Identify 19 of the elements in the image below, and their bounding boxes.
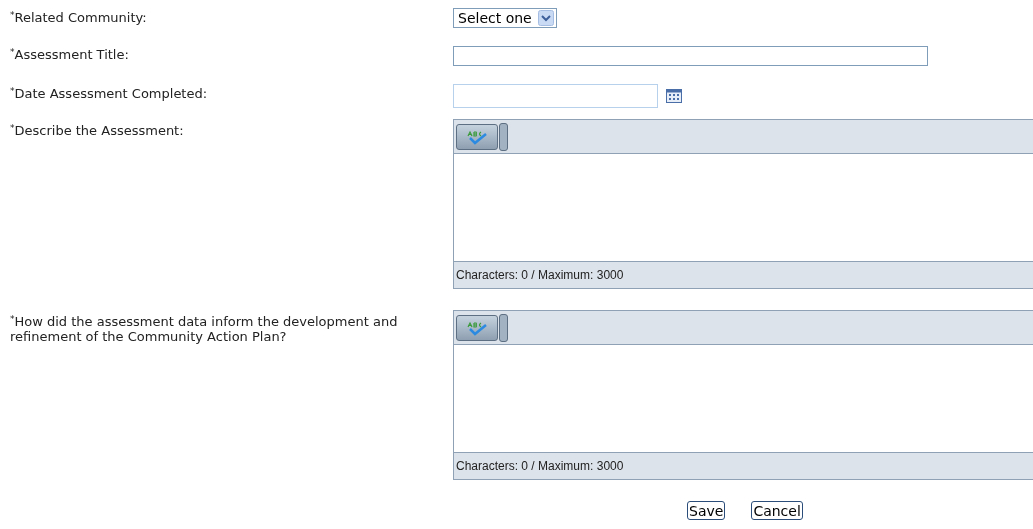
toolbar-grip[interactable]: [499, 122, 508, 151]
character-counter: Characters: 0 / Maximum: 3000: [454, 262, 1033, 288]
field-label: $^{*}$Assessment Title:: [9, 46, 130, 64]
title-input-field[interactable]: [453, 46, 928, 66]
spellcheck-button[interactable]: [456, 123, 498, 150]
calendar-icon[interactable]: [666, 89, 682, 103]
field-label: $^{*}$Related Community:: [9, 9, 148, 27]
date-input-field[interactable]: [453, 84, 658, 108]
save-button[interactable]: Save: [687, 501, 726, 520]
community-dropdown[interactable]: Select one: [453, 8, 557, 28]
field-label: $^{*}$How did the assessment data inform the development and refinement of the Community Action Plan?: [9, 313, 399, 346]
character-counter: Characters: 0 / Maximum: 3000: [454, 453, 1033, 479]
spellcheck-button[interactable]: [456, 314, 498, 341]
rich-text-editor[interactable]: Characters: 0 / Maximum: 3000: [453, 310, 1033, 480]
cancel-button[interactable]: Cancel: [751, 501, 803, 520]
field-label: $^{*}$Describe the Assessment:: [9, 122, 185, 140]
toolbar-grip[interactable]: [499, 313, 508, 342]
rich-text-editor[interactable]: Characters: 0 / Maximum: 3000: [453, 119, 1033, 289]
field-label: $^{*}$Date Assessment Completed:: [9, 85, 209, 103]
